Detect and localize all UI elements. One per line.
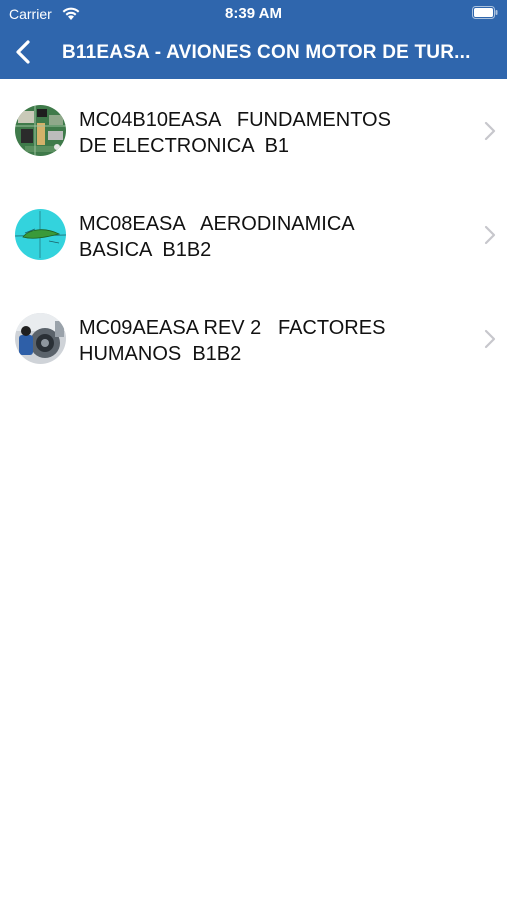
module-list: MC04B10EASA FUNDAMENTOS DE ELECTRONICA B… [0,79,507,391]
top-bar: Carrier 8:39 AM B11EASA - AVIONES CON MO… [0,0,507,79]
status-time: 8:39 AM [225,5,282,22]
engine-mechanic-image [15,313,66,364]
circuit-board-image [15,105,66,156]
list-item-title-line1: MC08EASA AERODINAMICA [79,213,355,235]
list-item-label: MC04B10EASA FUNDAMENTOS DE ELECTRONICA B… [79,107,459,159]
list-item-title-line2: HUMANOS B1B2 [79,343,242,365]
list-item[interactable]: MC04B10EASA FUNDAMENTOS DE ELECTRONICA B… [0,79,507,183]
chevron-right-icon [484,225,496,245]
list-item[interactable]: MC09AEASA REV 2 FACTORES HUMANOS B1B2 [0,287,507,391]
chevron-left-icon [16,40,30,64]
list-item-label: MC09AEASA REV 2 FACTORES HUMANOS B1B2 [79,315,459,367]
battery-icon [472,6,498,19]
list-item-label: MC08EASA AERODINAMICA BASICA B1B2 [79,211,459,263]
page-title: B11EASA - AVIONES CON MOTOR DE TUR... [62,42,471,63]
list-item-title-line1: MC04B10EASA FUNDAMENTOS [79,109,391,131]
list-item-title-line1: MC09AEASA REV 2 FACTORES [79,317,386,339]
chevron-right-icon [484,329,496,349]
navigation-bar: B11EASA - AVIONES CON MOTOR DE TUR... [0,28,507,79]
chevron-right-icon [484,121,496,141]
list-item-title-line2: BASICA B1B2 [79,239,212,261]
airfoil-diagram-image [15,209,66,260]
status-bar: Carrier 8:39 AM [0,0,507,28]
list-item-title-line2: DE ELECTRONICA B1 [79,135,290,157]
list-item[interactable]: MC08EASA AERODINAMICA BASICA B1B2 [0,183,507,287]
back-button[interactable] [10,39,36,65]
